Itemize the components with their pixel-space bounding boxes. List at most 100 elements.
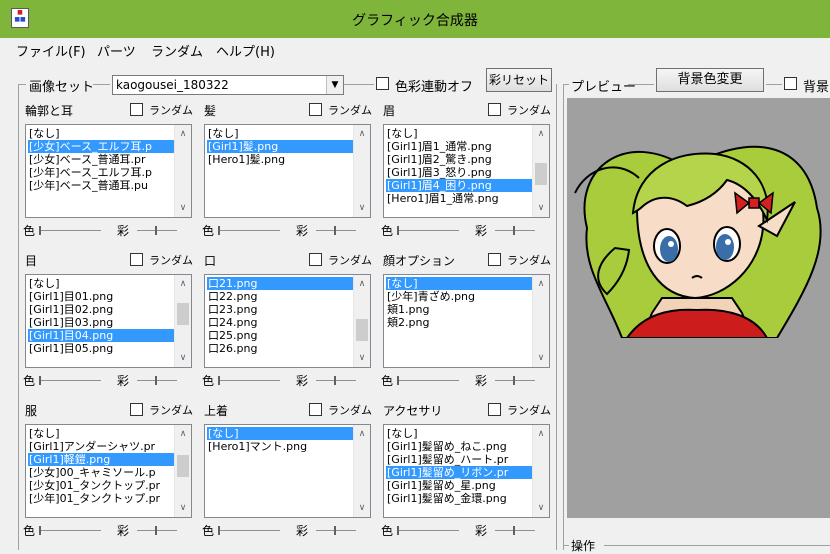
- slider-thumb[interactable]: [39, 526, 41, 535]
- list-item[interactable]: [Girl1]目04.png: [28, 329, 176, 342]
- chevron-up-icon[interactable]: ∧: [533, 127, 549, 141]
- color-slider[interactable]: [397, 376, 459, 385]
- parts-listbox-rinkaku[interactable]: [なし] [少女]ベース_エルフ耳.p [少女]ベース_普通耳.pr [少年]ベース_…: [25, 124, 192, 218]
- chevron-up-icon[interactable]: ∧: [354, 427, 370, 441]
- color-slider[interactable]: [218, 376, 280, 385]
- parts-listbox-accessory[interactable]: [なし] [Girl1]髪留め_ねこ.png [Girl1]髪留め_ハート.pr [G…: [383, 424, 550, 518]
- scrollbar[interactable]: ∧ ∨: [532, 275, 549, 367]
- random-checkbox-accessory[interactable]: [488, 403, 501, 416]
- random-checkbox-uwagi[interactable]: [309, 403, 322, 416]
- list-item[interactable]: [Hero1]髪.png: [207, 153, 286, 166]
- color-slider[interactable]: [397, 226, 459, 235]
- random-checkbox-me[interactable]: [130, 253, 143, 266]
- saturation-slider[interactable]: [495, 376, 535, 385]
- scrollbar[interactable]: ∧ ∨: [174, 425, 191, 517]
- random-checkbox-fuku[interactable]: [130, 403, 143, 416]
- scrollbar[interactable]: ∧ ∨: [174, 275, 191, 367]
- list-item[interactable]: [少年]01_タンクトップ.pr: [28, 492, 161, 505]
- slider-thumb[interactable]: [397, 226, 399, 235]
- saturation-slider[interactable]: [137, 526, 177, 535]
- list-item[interactable]: [Girl1]眉4_困り.png: [386, 179, 534, 192]
- list-item[interactable]: [Girl1]髪.png: [207, 140, 355, 153]
- list-item[interactable]: [なし]: [28, 427, 61, 440]
- saturation-reset-button[interactable]: 彩リセット: [486, 68, 552, 92]
- list-item[interactable]: 頬2.png: [386, 316, 430, 329]
- slider-thumb[interactable]: [155, 226, 157, 235]
- list-item[interactable]: [Girl1]髪留め_ハート.pr: [386, 453, 509, 466]
- chevron-up-icon[interactable]: ∧: [533, 277, 549, 291]
- parts-listbox-me[interactable]: [なし] [Girl1]目01.png [Girl1]目02.png [Girl1]目…: [25, 274, 192, 368]
- scrollbar[interactable]: ∧ ∨: [532, 425, 549, 517]
- list-item[interactable]: [なし]: [28, 127, 61, 140]
- chevron-down-icon[interactable]: ▼: [326, 76, 343, 94]
- color-slider[interactable]: [39, 376, 101, 385]
- parts-listbox-kuchi[interactable]: 口21.png 口22.png 口23.png 口24.png 口25.png 口26.p…: [204, 274, 371, 368]
- list-item[interactable]: [少年]ベース_普通耳.pu: [28, 179, 149, 192]
- list-item[interactable]: [Hero1]マント.png: [207, 440, 308, 453]
- saturation-slider[interactable]: [495, 526, 535, 535]
- parts-listbox-fuku[interactable]: [なし] [Girl1]アンダーシャツ.pr [Girl1]軽鎧.png [少女]00…: [25, 424, 192, 518]
- slider-thumb[interactable]: [218, 376, 220, 385]
- slider-thumb[interactable]: [155, 526, 157, 535]
- list-item[interactable]: 口23.png: [207, 303, 258, 316]
- list-item[interactable]: 口21.png: [207, 277, 355, 290]
- parts-listbox-kami[interactable]: [なし] [Girl1]髪.png [Hero1]髪.png ∧ ∨: [204, 124, 371, 218]
- chevron-down-icon[interactable]: ∨: [175, 201, 191, 215]
- list-item[interactable]: 口22.png: [207, 290, 258, 303]
- scrollbar-thumb[interactable]: [177, 303, 189, 325]
- list-item[interactable]: [Girl1]目05.png: [28, 342, 114, 355]
- list-item[interactable]: [Girl1]髪留め_ねこ.png: [386, 440, 508, 453]
- slider-thumb[interactable]: [218, 226, 220, 235]
- slider-thumb[interactable]: [513, 226, 515, 235]
- menu-help[interactable]: ヘルプ(H): [216, 41, 275, 60]
- slider-thumb[interactable]: [334, 226, 336, 235]
- list-item[interactable]: [Girl1]目03.png: [28, 316, 114, 329]
- slider-thumb[interactable]: [513, 376, 515, 385]
- saturation-slider[interactable]: [495, 226, 535, 235]
- chevron-down-icon[interactable]: ∨: [175, 351, 191, 365]
- list-item[interactable]: [Girl1]アンダーシャツ.pr: [28, 440, 156, 453]
- scrollbar[interactable]: ∧ ∨: [174, 125, 191, 217]
- list-item[interactable]: [なし]: [386, 427, 419, 440]
- chevron-down-icon[interactable]: ∨: [354, 501, 370, 515]
- list-item[interactable]: 口26.png: [207, 342, 258, 355]
- menu-random[interactable]: ランダム: [151, 41, 203, 60]
- list-item[interactable]: [Girl1]目01.png: [28, 290, 114, 303]
- list-item[interactable]: [なし]: [28, 277, 61, 290]
- parts-listbox-mayu[interactable]: [なし] [Girl1]眉1_通常.png [Girl1]眉2_驚き.png [Gir…: [383, 124, 550, 218]
- chevron-up-icon[interactable]: ∧: [354, 277, 370, 291]
- chevron-down-icon[interactable]: ∨: [533, 501, 549, 515]
- list-item[interactable]: [少女]ベース_エルフ耳.p: [28, 140, 176, 153]
- color-slider[interactable]: [218, 526, 280, 535]
- chevron-down-icon[interactable]: ∨: [354, 351, 370, 365]
- chevron-up-icon[interactable]: ∧: [175, 427, 191, 441]
- slider-thumb[interactable]: [218, 526, 220, 535]
- slider-thumb[interactable]: [334, 526, 336, 535]
- random-checkbox-kami[interactable]: [309, 103, 322, 116]
- list-item[interactable]: [少女]ベース_普通耳.pr: [28, 153, 147, 166]
- scrollbar-thumb[interactable]: [535, 163, 547, 185]
- chevron-down-icon[interactable]: ∨: [533, 201, 549, 215]
- list-item[interactable]: 口24.png: [207, 316, 258, 329]
- list-item[interactable]: [Girl1]髪留め_星.png: [386, 479, 497, 492]
- list-item[interactable]: [Girl1]軽鎧.png: [28, 453, 176, 466]
- list-item[interactable]: [少女]01_タンクトップ.pr: [28, 479, 161, 492]
- scrollbar-thumb[interactable]: [356, 319, 368, 341]
- list-item[interactable]: [なし]: [207, 427, 355, 440]
- list-item[interactable]: [Girl1]髪留め_リボン.pr: [386, 466, 534, 479]
- saturation-slider[interactable]: [316, 376, 356, 385]
- color-slider[interactable]: [39, 526, 101, 535]
- list-item[interactable]: [Girl1]眉3_怒り.png: [386, 166, 493, 179]
- saturation-slider[interactable]: [137, 226, 177, 235]
- random-checkbox-kuchi[interactable]: [309, 253, 322, 266]
- list-item[interactable]: [少年]青ざめ.png: [386, 290, 476, 303]
- slider-thumb[interactable]: [397, 376, 399, 385]
- scrollbar[interactable]: ∧ ∨: [353, 425, 370, 517]
- list-item[interactable]: 口25.png: [207, 329, 258, 342]
- list-item[interactable]: [Girl1]眉2_驚き.png: [386, 153, 493, 166]
- list-item[interactable]: [なし]: [386, 127, 419, 140]
- random-checkbox-mayu[interactable]: [488, 103, 501, 116]
- menu-parts[interactable]: パーツ: [97, 41, 136, 60]
- list-item[interactable]: 頬1.png: [386, 303, 430, 316]
- random-checkbox-rinkaku[interactable]: [130, 103, 143, 116]
